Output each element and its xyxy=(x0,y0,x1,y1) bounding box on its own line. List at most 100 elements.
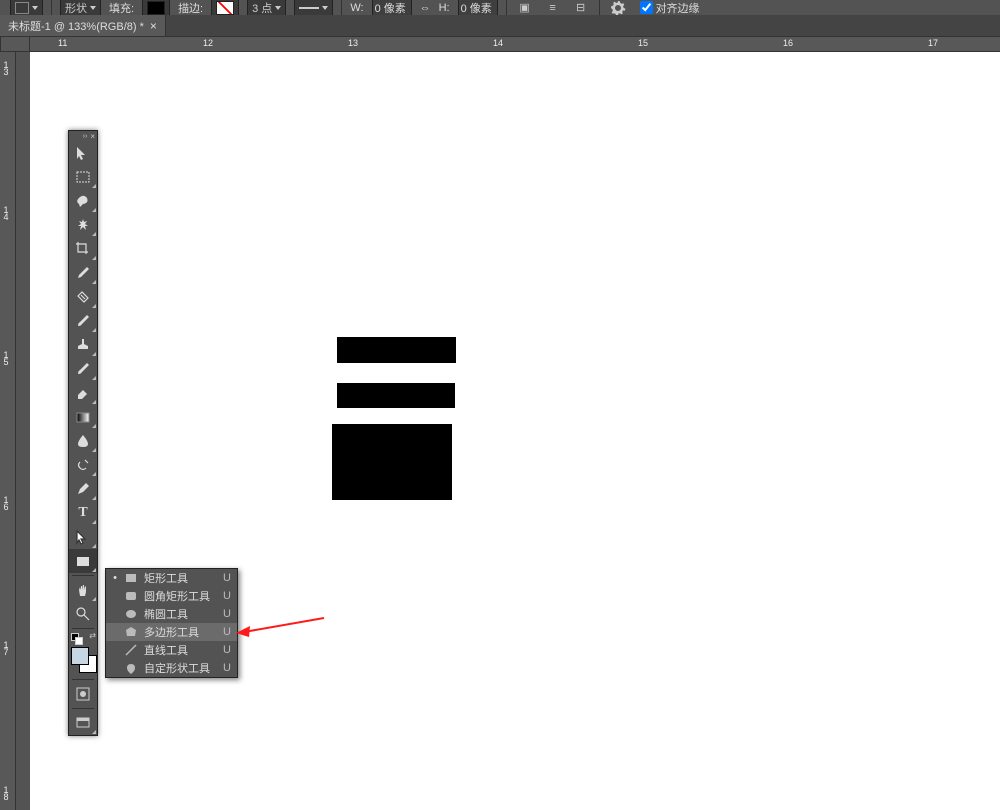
link-wh-icon[interactable]: ⇔ xyxy=(420,2,431,14)
gradient-tool[interactable] xyxy=(69,405,97,429)
color-swatches[interactable] xyxy=(69,643,97,677)
hand-tool[interactable] xyxy=(69,578,97,602)
history-brush-tool[interactable] xyxy=(69,357,97,381)
flyout-item-label: 多边形工具 xyxy=(144,624,217,640)
ruler-number: 18 xyxy=(1,785,11,799)
height-input[interactable] xyxy=(458,0,498,15)
brush-tool[interactable] xyxy=(69,309,97,333)
lasso-tool[interactable] xyxy=(69,189,97,213)
marquee-tool[interactable] xyxy=(69,165,97,189)
collapse-icon: ›› xyxy=(83,133,88,140)
mode-dropdown[interactable]: 形状 xyxy=(60,0,101,15)
blur-tool[interactable] xyxy=(69,429,97,453)
document-tab[interactable]: 未标题-1 @ 133%(RGB/8) * × xyxy=(0,15,166,36)
eraser-tool[interactable] xyxy=(69,381,97,405)
shape-rect-3 xyxy=(332,424,452,500)
roundrect-icon xyxy=(124,589,138,603)
move-tool[interactable] xyxy=(69,141,97,165)
document-tab-bar: 未标题-1 @ 133%(RGB/8) * × xyxy=(0,15,1000,36)
width-label: W: xyxy=(350,2,363,14)
tools-panel: ›› × T ⇄ xyxy=(68,130,98,736)
ruler-number: 17 xyxy=(928,38,938,48)
shape-rect-2 xyxy=(337,383,455,408)
stroke-swatch-button[interactable] xyxy=(211,0,239,15)
options-bar: 形状 填充: 描边: 3 点 W: ⇔ H: ▣ ≡ ⊟ 对齐边缘 xyxy=(0,0,1000,15)
crop-tool[interactable] xyxy=(69,237,97,261)
flyout-item-shortcut: U xyxy=(223,662,231,674)
height-label: H: xyxy=(439,2,450,14)
screen-mode-tool[interactable] xyxy=(69,711,97,735)
stroke-label: 描边: xyxy=(178,0,203,15)
ruler-number: 12 xyxy=(203,38,213,48)
heal-tool[interactable] xyxy=(69,285,97,309)
type-tool[interactable]: T xyxy=(69,501,97,525)
flyout-item-shortcut: U xyxy=(223,644,231,656)
tools-panel-header[interactable]: ›› × xyxy=(69,131,97,141)
flyout-item-shortcut: U xyxy=(223,572,231,584)
flyout-item-label: 椭圆工具 xyxy=(144,606,217,622)
shape-tool[interactable] xyxy=(69,549,97,573)
ruler-number: 14 xyxy=(1,205,11,219)
gear-icon[interactable] xyxy=(608,0,628,15)
left-gutter xyxy=(16,52,30,810)
ellipse-icon xyxy=(124,607,138,621)
flyout-item-custom[interactable]: 自定形状工具 U xyxy=(106,659,237,677)
foreground-swatch[interactable] xyxy=(71,647,89,665)
path-ops-icon[interactable]: ▣ xyxy=(515,0,535,15)
stamp-tool[interactable] xyxy=(69,333,97,357)
ruler-horizontal[interactable]: 11 12 13 14 15 16 17 xyxy=(30,36,1000,52)
path-select-tool[interactable] xyxy=(69,525,97,549)
rect-icon xyxy=(124,571,138,585)
align-edges-label: 对齐边缘 xyxy=(656,0,700,15)
ruler-corner xyxy=(0,36,30,52)
ruler-number: 15 xyxy=(1,350,11,364)
ruler-number: 16 xyxy=(783,38,793,48)
zoom-tool[interactable] xyxy=(69,602,97,626)
ruler-number: 14 xyxy=(493,38,503,48)
current-indicator: • xyxy=(112,572,118,584)
flyout-item-rect[interactable]: • 矩形工具 U xyxy=(106,569,237,587)
shape-rect-1 xyxy=(337,337,456,363)
flyout-item-shortcut: U xyxy=(223,608,231,620)
path-arrange-icon[interactable]: ⊟ xyxy=(571,0,591,15)
stroke-width-input[interactable]: 3 点 xyxy=(247,0,286,15)
line-icon xyxy=(124,643,138,657)
flyout-item-label: 自定形状工具 xyxy=(144,660,217,676)
document-tab-title: 未标题-1 @ 133%(RGB/8) * xyxy=(8,18,144,34)
ruler-number: 13 xyxy=(348,38,358,48)
fill-swatch-button[interactable] xyxy=(142,0,170,15)
tool-preset-button[interactable] xyxy=(10,0,43,15)
mode-label: 形状 xyxy=(65,0,87,15)
flyout-item-shortcut: U xyxy=(223,590,231,602)
wand-tool[interactable] xyxy=(69,213,97,237)
ruler-number: 13 xyxy=(1,60,11,74)
stroke-style-button[interactable] xyxy=(294,0,333,15)
eyedropper-tool[interactable] xyxy=(69,261,97,285)
fill-label: 填充: xyxy=(109,0,134,15)
ruler-number: 16 xyxy=(1,495,11,509)
swap-colors-icon[interactable]: ⇄ xyxy=(69,631,97,643)
flyout-item-line[interactable]: 直线工具 U xyxy=(106,641,237,659)
flyout-item-ellipse[interactable]: 椭圆工具 U xyxy=(106,605,237,623)
path-align-icon[interactable]: ≡ xyxy=(543,0,563,15)
ruler-number: 15 xyxy=(638,38,648,48)
quick-mask-tool[interactable] xyxy=(69,682,97,706)
shape-tool-flyout: • 矩形工具 U 圆角矩形工具 U 椭圆工具 U 多边形工具 U 直线工具 U … xyxy=(105,568,238,678)
flyout-item-label: 直线工具 xyxy=(144,642,217,658)
flyout-item-roundrect[interactable]: 圆角矩形工具 U xyxy=(106,587,237,605)
ruler-vertical[interactable]: 13 14 15 16 17 18 xyxy=(0,52,16,810)
canvas[interactable] xyxy=(30,52,1000,810)
pen-tool[interactable] xyxy=(69,477,97,501)
ruler-number: 17 xyxy=(1,640,11,654)
flyout-item-shortcut: U xyxy=(223,626,231,638)
flyout-item-polygon[interactable]: 多边形工具 U xyxy=(106,623,237,641)
close-icon[interactable]: × xyxy=(150,19,157,33)
close-icon[interactable]: × xyxy=(90,132,95,141)
flyout-item-label: 矩形工具 xyxy=(144,570,217,586)
width-input[interactable] xyxy=(372,0,412,15)
ruler-number: 11 xyxy=(58,38,67,48)
align-edges-checkbox[interactable] xyxy=(640,1,653,14)
polygon-icon xyxy=(124,625,138,639)
custom-icon xyxy=(124,661,138,675)
dodge-tool[interactable] xyxy=(69,453,97,477)
